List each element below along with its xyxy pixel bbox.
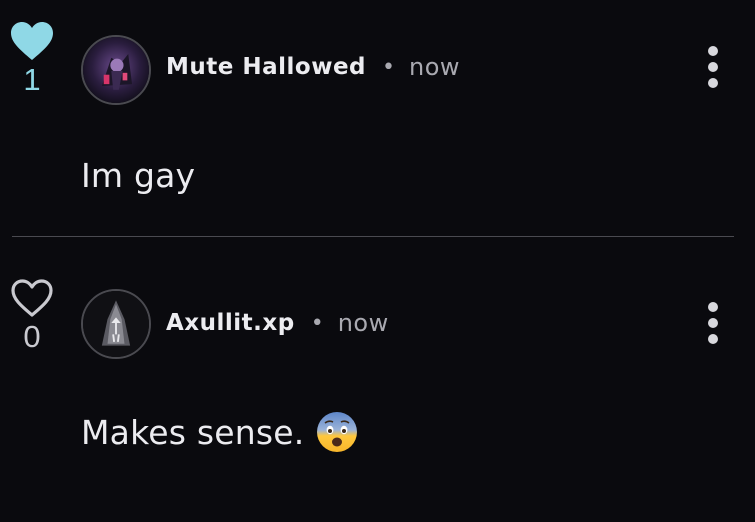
- like-count: 0: [23, 319, 41, 354]
- author-name[interactable]: Mute Hallowed: [166, 54, 366, 80]
- meta-separator: •: [382, 54, 395, 80]
- more-vertical-icon[interactable]: [700, 46, 726, 96]
- heart-filled-icon[interactable]: [9, 20, 55, 62]
- comment-meta: Axullit.xp • now: [166, 309, 389, 337]
- comment-feed: 1 Mute Hallowed • now Im gay 0 Axullit.x…: [0, 0, 755, 522]
- timestamp: now: [337, 309, 389, 337]
- comment-text-content: Im gay: [81, 156, 196, 195]
- comment-text: Im gay: [81, 156, 195, 195]
- comment-item: 1 Mute Hallowed • now Im gay: [0, 0, 755, 236]
- comment-item: 0 Axullit.xp • now Makes sense.: [0, 237, 755, 522]
- heart-outline-icon[interactable]: [9, 277, 55, 319]
- like-control: 1: [6, 20, 58, 96]
- author-name[interactable]: Axullit.xp: [166, 310, 295, 336]
- more-vertical-icon[interactable]: [700, 302, 726, 352]
- like-count: 1: [23, 62, 41, 97]
- timestamp: now: [409, 53, 461, 81]
- comment-text: Makes sense.: [81, 411, 358, 453]
- avatar[interactable]: [81, 289, 151, 359]
- like-control: 0: [6, 277, 58, 353]
- comment-text-content: Makes sense.: [81, 412, 305, 452]
- avatar[interactable]: [81, 35, 151, 105]
- comment-meta: Mute Hallowed • now: [166, 53, 460, 81]
- fearful-face-emoji-icon: [317, 412, 358, 452]
- meta-separator: •: [310, 310, 324, 336]
